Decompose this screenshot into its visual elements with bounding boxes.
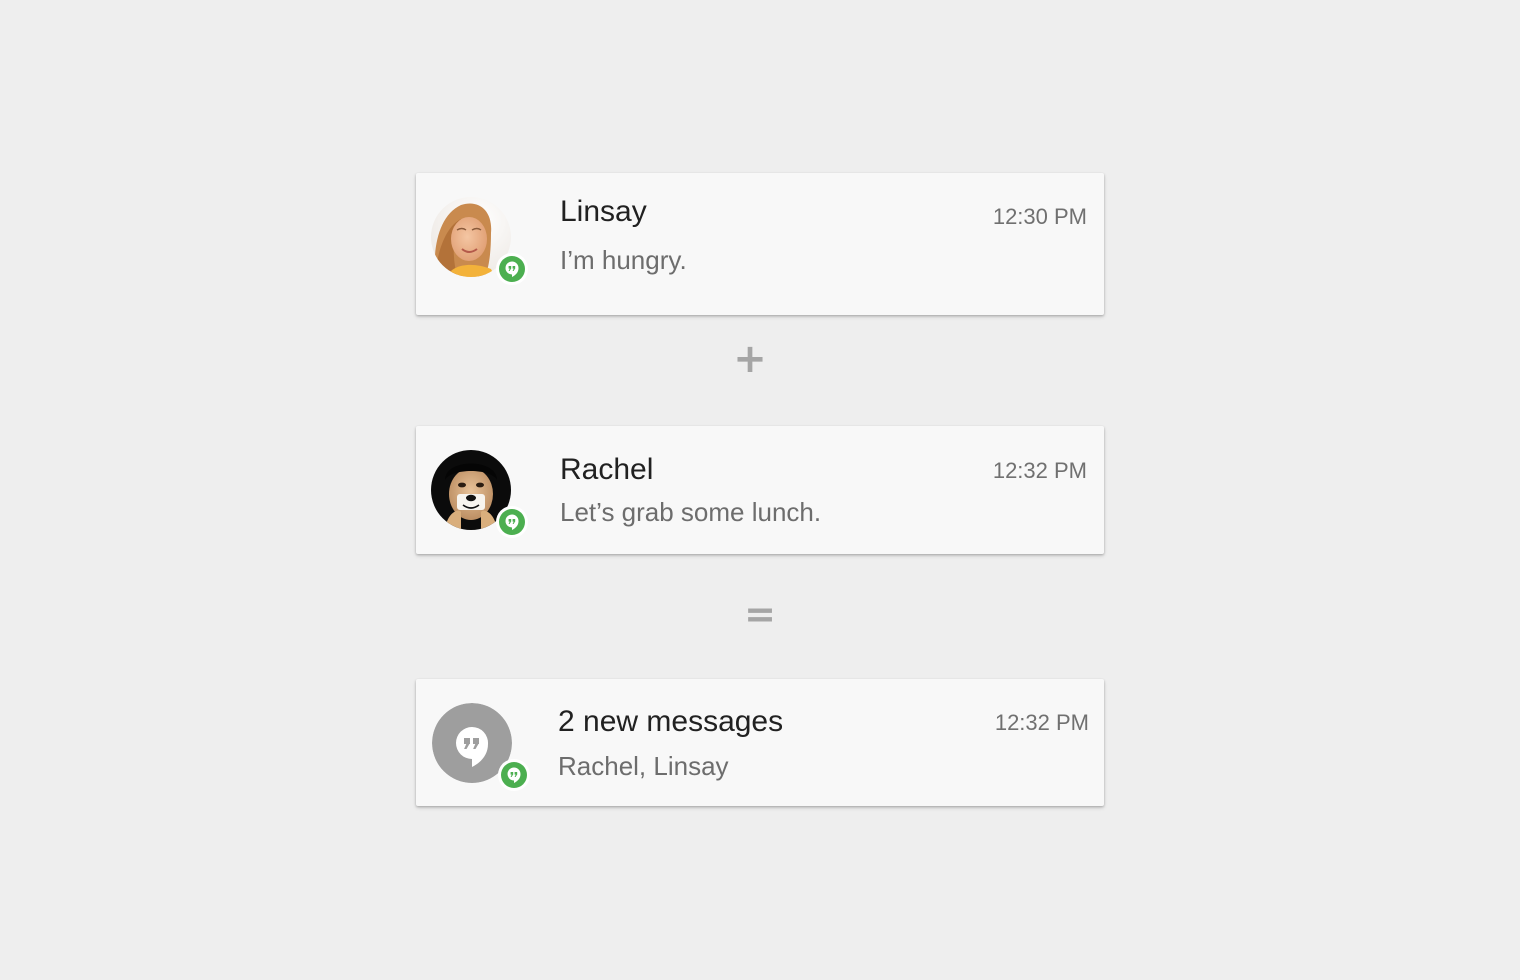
notification-message: Rachel, Linsay (558, 751, 729, 781)
notification-card-rachel[interactable]: Rachel Let’s grab some lunch. 12:32 PM (416, 426, 1104, 554)
notification-time: 12:32 PM (992, 458, 1087, 483)
notification-card-linsay[interactable]: Linsay I’m hungry. 12:30 PM (416, 173, 1104, 315)
notification-title: Linsay (560, 195, 647, 228)
plus-symbol: + (733, 336, 767, 382)
notification-message: Let’s grab some lunch. (560, 497, 822, 527)
hangouts-badge (496, 506, 528, 538)
notification-title: 2 new messages (558, 705, 784, 738)
notification-message: I’m hungry. (560, 245, 687, 275)
hangouts-icon (505, 514, 519, 530)
hangouts-icon (507, 767, 521, 783)
notification-title: Rachel (560, 453, 654, 486)
equals-symbol: = (744, 592, 776, 636)
notification-time: 12:32 PM (994, 710, 1089, 735)
hangouts-badge (498, 759, 530, 791)
notification-stacking-illustration: Linsay I’m hungry. 12:30 PM + Rachel Let… (0, 0, 1520, 980)
notification-card-group[interactable]: 2 new messages Rachel, Linsay 12:32 PM (416, 679, 1104, 806)
hangouts-badge (496, 253, 528, 285)
notification-time: 12:30 PM (992, 204, 1087, 229)
hangouts-icon (505, 261, 519, 277)
